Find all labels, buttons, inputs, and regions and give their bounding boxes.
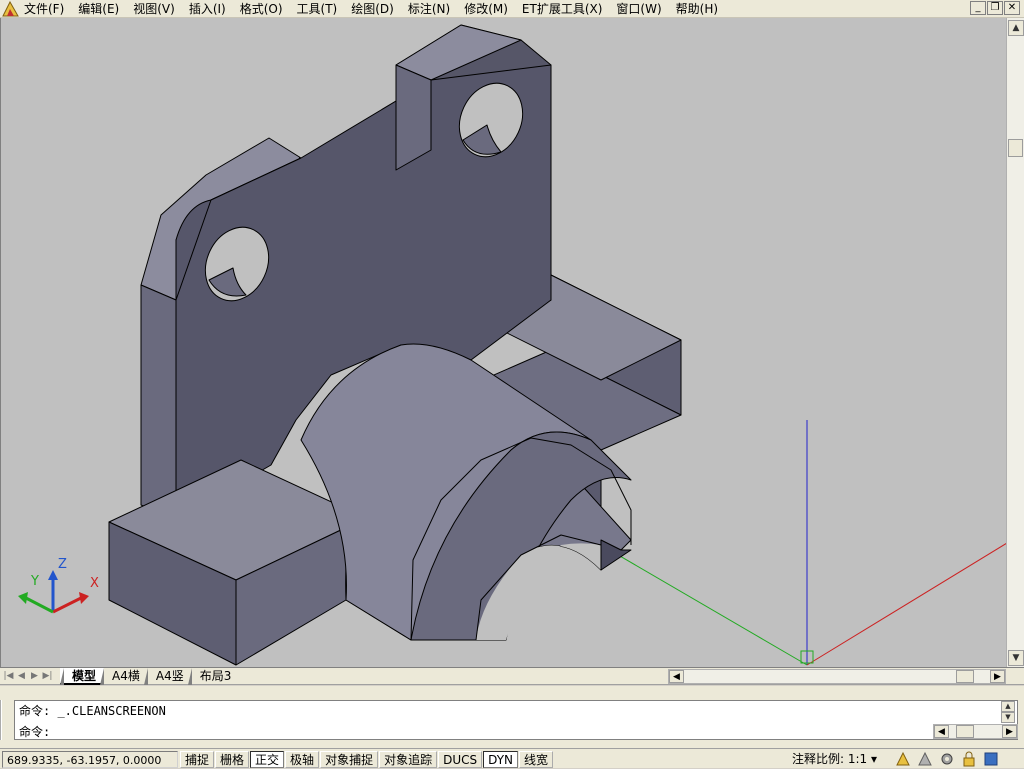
minimize-icon[interactable]: _ — [970, 1, 986, 15]
layout-tab[interactable]: A4横 — [100, 668, 148, 685]
world-x-axis-line — [806, 543, 1006, 666]
menu-item[interactable]: 视图(V) — [133, 0, 182, 18]
restore-icon[interactable]: ❐ — [987, 1, 1003, 15]
ucs-z-label: Z — [58, 557, 67, 572]
layout-tab-bar: |◀ ◀ ▶ ▶| 模型 A4横 A4竖 布局3 ◀ ▶ — [0, 667, 1024, 685]
tab-navigation: |◀ ◀ ▶ ▶| — [2, 669, 54, 683]
vertical-scroll-thumb[interactable] — [1008, 139, 1023, 157]
command-prompt[interactable]: 命令: — [19, 723, 50, 740]
command-vertical-scroll[interactable]: ▲ ▼ — [1001, 701, 1017, 723]
scroll-right-icon[interactable]: ▶ — [990, 670, 1005, 683]
annotation-scale[interactable]: 注释比例: 1:1 ▾ — [792, 751, 877, 768]
scroll-up-icon[interactable]: ▲ — [1008, 20, 1024, 36]
horizontal-scroll-thumb[interactable] — [956, 670, 974, 683]
command-window: 命令: _.CLEANSCREENON 命令: ▲ ▼ ◀ ▶ — [0, 686, 1024, 748]
scroll-left-icon[interactable]: ◀ — [669, 670, 684, 683]
command-scroll-right-icon[interactable]: ▶ — [1002, 725, 1017, 738]
status-tray — [895, 751, 999, 767]
status-bar: 689.9335, -63.1957, 0.0000 捕捉 栅格 正交 极轴 对象捕捉对… — [0, 748, 1024, 768]
status-toggle-button[interactable]: DUCS — [438, 751, 483, 768]
vertical-scrollbar[interactable]: ▲ ▼ — [1006, 18, 1024, 668]
close-icon[interactable]: ✕ — [1004, 1, 1020, 15]
tab-next-icon[interactable]: ▶ — [28, 669, 41, 683]
status-toggle-button[interactable]: 捕捉 — [180, 751, 215, 768]
layout-tab[interactable]: 模型 — [60, 668, 105, 685]
model-canvas[interactable]: Z Y X — [1, 18, 1006, 667]
ucs-icon: Z Y X — [18, 557, 99, 614]
menu-item[interactable]: 修改(M) — [464, 0, 515, 18]
layout-tabs: 模型 A4横 A4竖 布局3 — [60, 668, 235, 685]
ucs-y-label: Y — [30, 574, 39, 589]
annotation-scale-value[interactable]: 1:1 — [848, 752, 867, 766]
clean-screen-icon[interactable] — [983, 751, 999, 767]
annotation-visibility-icon[interactable] — [895, 751, 911, 767]
horizontal-scrollbar[interactable]: ◀ ▶ — [668, 669, 1006, 684]
menu-item[interactable]: 工具(T) — [297, 0, 345, 18]
menu-item[interactable]: 帮助(H) — [676, 0, 725, 18]
window-controls: _ ❐ ✕ — [970, 1, 1020, 15]
status-toggle-button[interactable]: 对象捕捉 — [320, 751, 379, 768]
tab-first-icon[interactable]: |◀ — [2, 669, 15, 683]
command-scroll-up-icon[interactable]: ▲ — [1001, 701, 1015, 712]
menu-item[interactable]: 标注(N) — [408, 0, 457, 18]
layout-tab[interactable]: A4竖 — [144, 668, 192, 685]
world-y-axis-line — [600, 544, 808, 666]
status-toggle-button[interactable]: DYN — [483, 751, 519, 768]
chevron-down-icon[interactable]: ▾ — [871, 752, 877, 766]
command-history[interactable]: 命令: _.CLEANSCREENON 命令: ▲ ▼ ◀ ▶ — [14, 700, 1018, 740]
command-history-line: 命令: _.CLEANSCREENON — [19, 704, 166, 718]
status-toggle-button[interactable]: 对象追踪 — [379, 751, 438, 768]
menu-item[interactable]: ET扩展工具(X) — [522, 0, 610, 18]
coordinate-readout[interactable]: 689.9335, -63.1957, 0.0000 — [2, 751, 178, 768]
layout-tab[interactable]: 布局3 — [188, 668, 240, 685]
menu-item[interactable]: 格式(O) — [240, 0, 290, 18]
auto-scale-icon[interactable] — [917, 751, 933, 767]
status-toggle-button[interactable]: 正交 — [250, 751, 285, 768]
command-scroll-thumb[interactable] — [956, 725, 974, 738]
scroll-down-icon[interactable]: ▼ — [1008, 650, 1024, 666]
annotation-scale-label: 注释比例: — [792, 752, 845, 766]
status-toggle-button[interactable]: 极轴 — [285, 751, 320, 768]
lock-icon[interactable] — [961, 751, 977, 767]
workspace-gear-icon[interactable] — [939, 751, 955, 767]
tab-last-icon[interactable]: ▶| — [41, 669, 54, 683]
menu-item[interactable]: 编辑(E) — [78, 0, 126, 18]
menu-item[interactable]: 文件(F) — [24, 0, 71, 18]
menu-item[interactable]: 插入(I) — [189, 0, 233, 18]
drawing-viewport[interactable]: Z Y X — [0, 18, 1006, 667]
status-toggle-button[interactable]: 栅格 — [215, 751, 250, 768]
menu-item[interactable]: 绘图(D) — [351, 0, 401, 18]
main-menu: 文件(F) 编辑(E) 视图(V) 插入(I) 格式(O) 工具(T) 绘图(D) 标注(N)… — [24, 0, 725, 18]
autocad-app-icon[interactable] — [2, 1, 19, 17]
menu-item[interactable]: 窗口(W) — [616, 0, 668, 18]
command-window-grip[interactable] — [0, 700, 12, 740]
ucs-x-label: X — [90, 576, 99, 591]
drafting-toggles: 捕捉 栅格 正交 极轴 对象捕捉 对象追踪 DUCS DYN 线宽 — [180, 751, 554, 768]
status-toggle-button[interactable]: 线宽 — [519, 751, 554, 768]
command-scroll-down-icon[interactable]: ▼ — [1001, 712, 1015, 723]
menu-bar: 文件(F) 编辑(E) 视图(V) 插入(I) 格式(O) 工具(T) 绘图(D) 标注(N)… — [0, 0, 1024, 18]
3d-solid-part[interactable] — [108, 24, 682, 666]
command-horizontal-scroll[interactable]: ◀ ▶ — [933, 724, 1018, 739]
command-scroll-left-icon[interactable]: ◀ — [934, 725, 949, 738]
tab-prev-icon[interactable]: ◀ — [15, 669, 28, 683]
